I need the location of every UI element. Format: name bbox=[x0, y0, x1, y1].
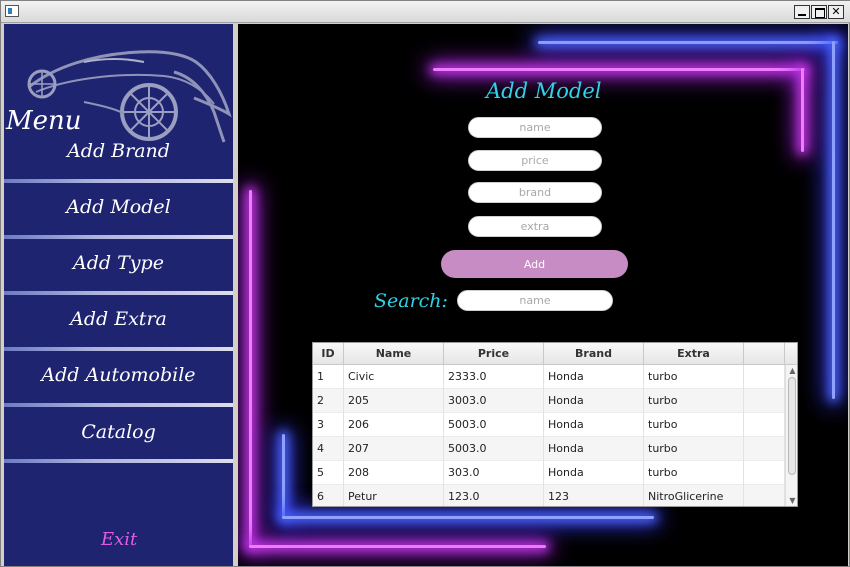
column-header-extra[interactable]: Extra bbox=[644, 343, 744, 365]
nav-add-model[interactable]: Add Model bbox=[4, 196, 233, 248]
cell-filler bbox=[744, 365, 785, 389]
cell-name: Petur bbox=[344, 485, 444, 506]
app-window: ✕ Menu Add Brand Add Model Add Type Add … bbox=[0, 0, 850, 567]
cell-name: 208 bbox=[344, 461, 444, 485]
nav-add-extra[interactable]: Add Extra bbox=[4, 308, 233, 360]
add-button[interactable]: Add bbox=[441, 250, 628, 278]
column-header-price[interactable]: Price bbox=[444, 343, 544, 365]
title-bar[interactable]: ✕ bbox=[1, 1, 850, 23]
cell-name: 207 bbox=[344, 437, 444, 461]
nav-label: Catalog bbox=[81, 421, 156, 443]
price-field[interactable] bbox=[468, 150, 602, 171]
cell-extra: turbo bbox=[644, 389, 744, 413]
cell-brand: Honda bbox=[544, 413, 644, 437]
neon-line bbox=[249, 190, 252, 547]
column-header-brand[interactable]: Brand bbox=[544, 343, 644, 365]
cell-extra: turbo bbox=[644, 437, 744, 461]
cell-extra: turbo bbox=[644, 365, 744, 389]
table-row[interactable]: 1 Civic 2333.0 Honda turbo bbox=[313, 365, 785, 389]
app-icon bbox=[5, 5, 19, 17]
nav-add-automobile[interactable]: Add Automobile bbox=[4, 364, 233, 416]
brand-field[interactable] bbox=[468, 182, 602, 203]
nav-label: Add Automobile bbox=[41, 364, 196, 386]
column-header-filler bbox=[744, 343, 785, 365]
divider bbox=[4, 459, 233, 463]
neon-line bbox=[801, 68, 804, 152]
cell-extra: turbo bbox=[644, 461, 744, 485]
column-header-id[interactable]: ID bbox=[313, 343, 344, 365]
cell-name: 205 bbox=[344, 389, 444, 413]
cell-price: 5003.0 bbox=[444, 413, 544, 437]
cell-id: 2 bbox=[313, 389, 344, 413]
nav-add-type[interactable]: Add Type bbox=[4, 252, 233, 304]
cell-id: 4 bbox=[313, 437, 344, 461]
cell-filler bbox=[744, 485, 785, 506]
table-header: ID Name Price Brand Extra bbox=[313, 343, 797, 365]
cell-price: 5003.0 bbox=[444, 437, 544, 461]
cell-brand: Honda bbox=[544, 461, 644, 485]
table-row[interactable]: 4 207 5003.0 Honda turbo bbox=[313, 437, 785, 461]
column-header-name[interactable]: Name bbox=[344, 343, 444, 365]
divider bbox=[4, 347, 233, 351]
nav-add-brand[interactable]: Add Brand bbox=[4, 140, 233, 192]
cell-price: 303.0 bbox=[444, 461, 544, 485]
cell-price: 3003.0 bbox=[444, 389, 544, 413]
divider bbox=[4, 179, 233, 183]
maximize-button[interactable] bbox=[811, 5, 827, 19]
form-title: Add Model bbox=[486, 79, 602, 103]
divider bbox=[4, 235, 233, 239]
extra-field[interactable] bbox=[468, 216, 602, 237]
scroll-down-icon[interactable]: ▼ bbox=[788, 496, 797, 506]
neon-line bbox=[249, 545, 546, 548]
cell-name: 206 bbox=[344, 413, 444, 437]
close-button[interactable]: ✕ bbox=[828, 5, 844, 19]
cell-id: 6 bbox=[313, 485, 344, 506]
menu-title: Menu bbox=[6, 106, 82, 136]
nav-label: Add Type bbox=[73, 252, 164, 274]
cell-id: 5 bbox=[313, 461, 344, 485]
cell-extra: NitroGlicerine bbox=[644, 485, 744, 506]
neon-line bbox=[282, 516, 654, 519]
divider bbox=[4, 403, 233, 407]
exit-button[interactable]: Exit bbox=[101, 529, 137, 550]
table-row[interactable]: 2 205 3003.0 Honda turbo bbox=[313, 389, 785, 413]
search-input[interactable] bbox=[457, 290, 613, 311]
table-row[interactable]: 6 Petur 123.0 123 NitroGlicerine bbox=[313, 485, 785, 506]
cell-brand: Honda bbox=[544, 365, 644, 389]
cell-price: 123.0 bbox=[444, 485, 544, 506]
nav-catalog[interactable]: Catalog bbox=[4, 421, 233, 473]
search-label: Search: bbox=[374, 290, 448, 312]
minimize-button[interactable] bbox=[794, 5, 810, 19]
name-field[interactable] bbox=[468, 117, 602, 138]
main-panel: Add Model Add Search: ID Name Price Bran… bbox=[238, 24, 848, 566]
cell-extra: turbo bbox=[644, 413, 744, 437]
cell-filler bbox=[744, 413, 785, 437]
scrollbar-thumb[interactable] bbox=[788, 377, 796, 475]
models-table[interactable]: ID Name Price Brand Extra 1 Civic 2333.0… bbox=[312, 342, 798, 507]
scroll-up-icon[interactable]: ▲ bbox=[788, 366, 797, 376]
neon-line bbox=[282, 434, 285, 518]
cell-brand: Honda bbox=[544, 389, 644, 413]
neon-line bbox=[538, 41, 838, 44]
sidebar: Menu Add Brand Add Model Add Type Add Ex… bbox=[4, 24, 233, 566]
cell-price: 2333.0 bbox=[444, 365, 544, 389]
nav-label: Add Extra bbox=[70, 308, 167, 330]
cell-name: Civic bbox=[344, 365, 444, 389]
nav-label: Add Model bbox=[66, 196, 171, 218]
neon-line bbox=[832, 41, 835, 399]
cell-filler bbox=[744, 461, 785, 485]
cell-filler bbox=[744, 437, 785, 461]
divider bbox=[4, 291, 233, 295]
nav-label: Add Brand bbox=[67, 140, 170, 162]
cell-id: 1 bbox=[313, 365, 344, 389]
cell-brand: 123 bbox=[544, 485, 644, 506]
cell-id: 3 bbox=[313, 413, 344, 437]
table-scrollbar[interactable]: ▲ ▼ bbox=[785, 365, 797, 506]
neon-line bbox=[433, 68, 805, 71]
table-row[interactable]: 5 208 303.0 Honda turbo bbox=[313, 461, 785, 485]
cell-filler bbox=[744, 389, 785, 413]
table-row[interactable]: 3 206 5003.0 Honda turbo bbox=[313, 413, 785, 437]
cell-brand: Honda bbox=[544, 437, 644, 461]
